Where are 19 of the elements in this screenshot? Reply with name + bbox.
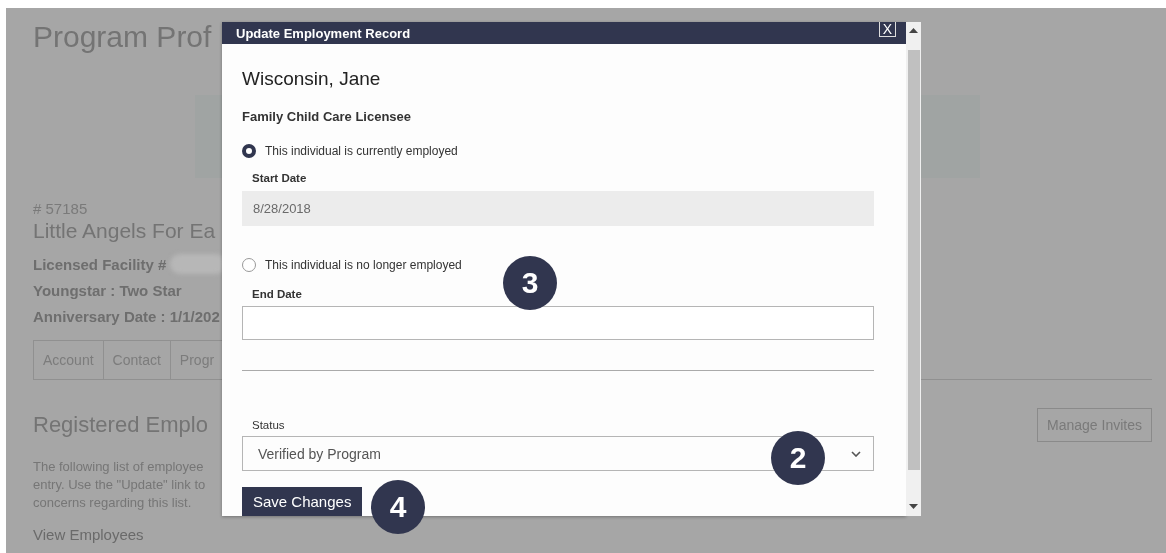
detail-text: Licensed Facility # [33, 254, 167, 274]
dropdown-value: Verified by Program [258, 445, 381, 462]
radio-option[interactable]: This individual is no longer employed [242, 256, 462, 274]
modal-title: Update Employment Record [236, 25, 411, 41]
scrollbar[interactable] [906, 22, 921, 516]
save-changes-button[interactable]: Save Changes [242, 487, 363, 516]
detail-text: Anniversary Date : 1/1/202 [33, 307, 220, 326]
field-label: Status [251, 418, 286, 433]
scroll-down-icon[interactable] [909, 504, 918, 509]
scroll-up-icon[interactable] [909, 28, 918, 33]
chevron-down-icon [851, 450, 861, 457]
detail-text: Youngstar : Two Star [33, 281, 182, 300]
scrollbar-thumb[interactable] [908, 50, 920, 470]
field-label: End Date [251, 287, 303, 302]
employee-name: Wisconsin, Jane [242, 68, 382, 90]
close-button[interactable]: X [878, 22, 896, 37]
field-label: Start Date [251, 171, 308, 186]
date-field[interactable] [242, 306, 874, 340]
role-label: Family Child Care Licensee [242, 108, 413, 126]
